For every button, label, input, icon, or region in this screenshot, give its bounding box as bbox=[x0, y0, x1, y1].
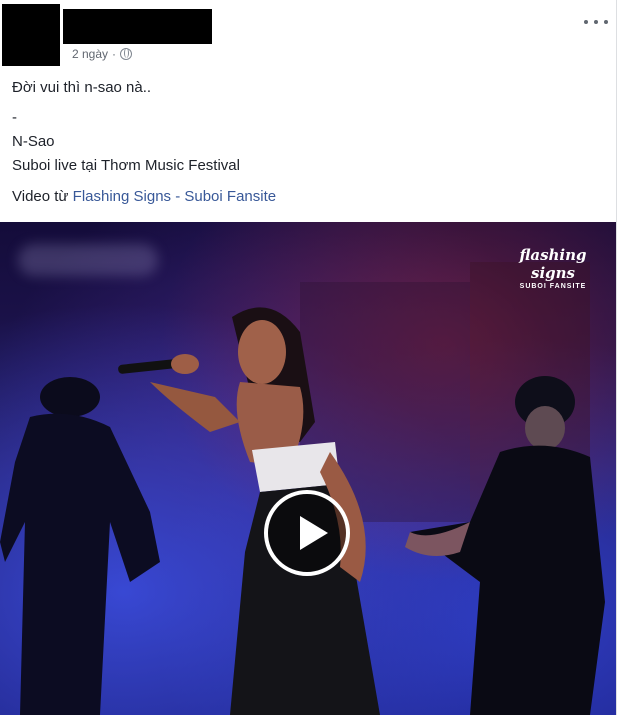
facebook-post: 2 ngày · Đời vui thì n-sao nà.. - N-Sao … bbox=[0, 0, 620, 715]
song-title: N-Sao bbox=[12, 133, 55, 150]
video-source-prefix: Video từ bbox=[12, 188, 69, 205]
video-source-link[interactable]: Flashing Signs - Suboi Fansite bbox=[73, 188, 276, 205]
video-source: Video từ Flashing Signs - Suboi Fansite bbox=[12, 188, 276, 205]
meta-separator: · bbox=[112, 47, 117, 61]
more-options-icon[interactable] bbox=[584, 14, 608, 30]
post-separator: - bbox=[12, 109, 17, 126]
video-watermark: flashing signs SUBOI FANSITE bbox=[503, 246, 603, 290]
watermark-title: flashing signs bbox=[519, 246, 587, 282]
play-icon[interactable] bbox=[264, 490, 350, 576]
video-frame-performers bbox=[0, 262, 605, 715]
post-meta: 2 ngày · bbox=[72, 47, 133, 61]
avatar[interactable] bbox=[2, 4, 60, 66]
video-player[interactable]: flashing signs SUBOI FANSITE bbox=[0, 222, 617, 715]
timestamp[interactable]: 2 ngày bbox=[72, 47, 108, 61]
event-line: Suboi live tại Thơm Music Festival bbox=[12, 157, 240, 174]
author-name-redacted[interactable] bbox=[63, 9, 212, 44]
watermark-subtitle: SUBOI FANSITE bbox=[519, 283, 587, 290]
globe-icon[interactable] bbox=[120, 48, 133, 60]
post-caption: Đời vui thì n-sao nà.. bbox=[12, 79, 152, 96]
post-border bbox=[616, 0, 617, 715]
